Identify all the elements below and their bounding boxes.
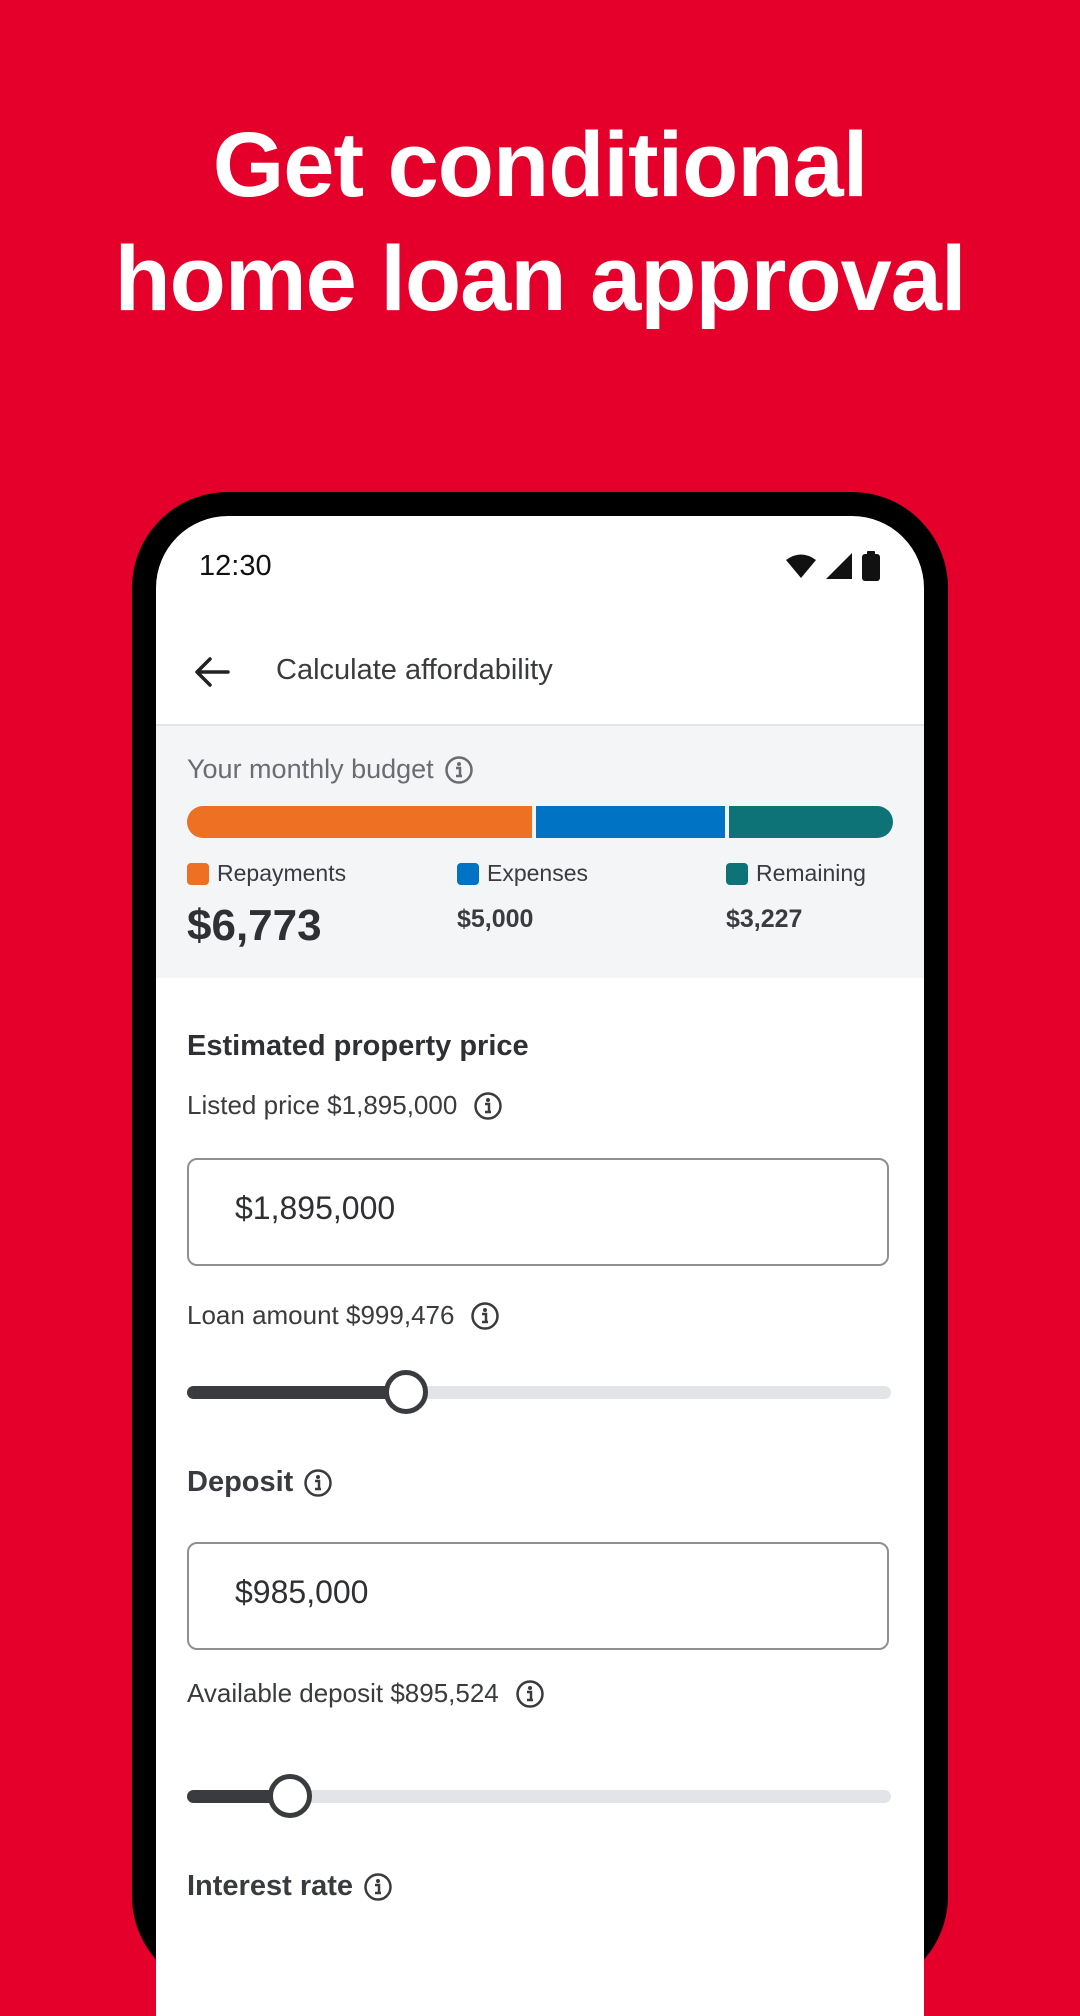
- headline: Get conditional home loan approval: [0, 108, 1080, 336]
- slider-thumb[interactable]: [268, 1774, 313, 1818]
- budget-label: Your monthly budget: [187, 754, 434, 784]
- interest-rate-title: Interest rate: [187, 1870, 354, 1902]
- budget-bar-remaining: [728, 806, 893, 838]
- info-icon[interactable]: [470, 1301, 500, 1331]
- available-deposit-label: Available deposit $895,524: [187, 1678, 499, 1708]
- status-time: 12:30: [199, 550, 272, 582]
- legend-remaining: Remaining $3,227: [726, 860, 866, 934]
- property-price-field[interactable]: [187, 1158, 889, 1266]
- info-icon[interactable]: [363, 1872, 393, 1902]
- phone-screen: 12:30 Calculate affordability Your month…: [156, 516, 924, 2016]
- listed-price-row: Listed price $1,895,000: [187, 1090, 503, 1121]
- page-title: Calculate affordability: [276, 654, 553, 686]
- deposit-title-row: Deposit: [187, 1466, 333, 1499]
- budget-bar-expenses: [536, 806, 725, 838]
- repayments-value: $6,773: [187, 901, 322, 950]
- deposit-field[interactable]: [187, 1542, 889, 1650]
- battery-icon: [862, 551, 880, 581]
- deposit-title: Deposit: [187, 1466, 294, 1498]
- deposit-slider[interactable]: [187, 1774, 891, 1818]
- remaining-swatch: [726, 862, 748, 885]
- repayments-swatch: [187, 862, 209, 885]
- status-bar: 12:30: [156, 516, 924, 616]
- budget-bar-repayments: [187, 806, 533, 838]
- property-price-title: Estimated property price: [187, 1030, 529, 1062]
- loan-amount-label: Loan amount $999,476: [187, 1300, 455, 1330]
- legend-expenses: Expenses $5,000: [457, 860, 588, 934]
- back-button[interactable]: [190, 650, 234, 694]
- slider-fill: [187, 1386, 406, 1399]
- app-bar: Calculate affordability: [156, 616, 924, 726]
- budget-bar: [187, 806, 893, 838]
- expenses-swatch: [457, 862, 479, 885]
- slider-thumb[interactable]: [384, 1370, 429, 1414]
- legend-repayments: Repayments $6,773: [187, 860, 346, 951]
- listed-price-label: Listed price $1,895,000: [187, 1090, 458, 1120]
- info-icon[interactable]: [473, 1091, 503, 1121]
- wifi-icon: [786, 554, 816, 578]
- deposit-input[interactable]: [235, 1574, 835, 1611]
- status-icons: [786, 551, 880, 581]
- info-icon[interactable]: [515, 1679, 545, 1709]
- loan-amount-row: Loan amount $999,476: [187, 1300, 500, 1331]
- interest-rate-row: Interest rate: [187, 1870, 393, 1903]
- headline-line-2: home loan approval: [114, 228, 966, 330]
- info-icon[interactable]: [444, 755, 474, 785]
- legend-label: Repayments: [217, 860, 347, 886]
- headline-line-1: Get conditional: [212, 114, 869, 216]
- info-icon[interactable]: [303, 1468, 333, 1498]
- budget-label-row: Your monthly budget: [187, 754, 474, 785]
- property-price-input[interactable]: [235, 1190, 835, 1227]
- arrow-left-icon: [195, 657, 230, 687]
- budget-panel: Your monthly budget Repayments $6,773 Ex…: [156, 726, 924, 978]
- legend-label: Remaining: [756, 860, 866, 886]
- legend-label: Expenses: [487, 860, 589, 886]
- expenses-value: $5,000: [457, 905, 534, 933]
- loan-amount-slider[interactable]: [187, 1370, 891, 1414]
- remaining-value: $3,227: [726, 905, 803, 933]
- signal-icon: [826, 553, 852, 579]
- available-deposit-row: Available deposit $895,524: [187, 1678, 545, 1709]
